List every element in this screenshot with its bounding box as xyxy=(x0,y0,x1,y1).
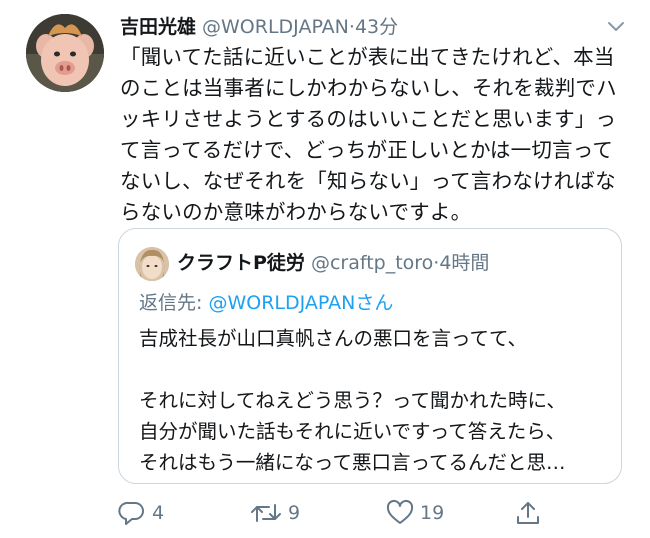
quoted-text-line: それに対してねえどう思う？って聞かれた時に、 xyxy=(139,389,566,412)
avatar[interactable] xyxy=(26,14,104,92)
share-button[interactable] xyxy=(514,496,542,530)
reply-button[interactable]: 4 xyxy=(118,496,164,530)
pig-avatar-image xyxy=(26,14,104,92)
action-bar: 4 9 19 xyxy=(118,496,558,530)
retweet-count: 9 xyxy=(288,502,301,524)
heart-icon xyxy=(386,499,414,527)
reply-prefix: 返信先: xyxy=(139,292,203,314)
retweet-button[interactable]: 9 xyxy=(250,496,300,530)
quoted-handle[interactable]: @craftp_toro xyxy=(311,252,433,274)
quoted-tweet[interactable]: クラフトP徒労 @craftp_toro·4時間 返信先: @WORLDJAPAN… xyxy=(118,228,622,484)
chevron-down-icon[interactable] xyxy=(604,16,628,36)
quoted-text-line xyxy=(139,354,609,385)
timestamp[interactable]: 43分 xyxy=(355,16,398,38)
quoted-header: クラフトP徒労 @craftp_toro·4時間 xyxy=(177,249,611,277)
like-button[interactable]: 19 xyxy=(386,496,444,530)
quoted-text-line: 自分が聞いた話もそれに近いですって答えたら、 xyxy=(139,420,566,443)
reply-context: 返信先: @WORLDJAPANさん xyxy=(139,289,393,317)
quoted-text-line: それはもう一緒になって悪口言ってるんだと思… xyxy=(139,451,566,474)
quoted-text-line: 吉成社長が山口真帆さんの悪口を言ってて、 xyxy=(139,327,528,350)
quoted-text: 吉成社長が山口真帆さんの悪口を言ってて、 それに対してねえどう思う？って聞かれた… xyxy=(139,323,609,478)
quoted-timestamp[interactable]: 4時間 xyxy=(439,252,489,274)
quoted-avatar-image xyxy=(135,247,169,281)
quoted-display-name[interactable]: クラフトP徒労 xyxy=(177,252,305,274)
handle[interactable]: @WORLDJAPAN xyxy=(202,16,349,38)
share-icon xyxy=(514,499,542,527)
reply-icon xyxy=(118,499,146,527)
tweet-header: 吉田光雄 @WORLDJAPAN·43分 xyxy=(120,14,610,40)
tweet[interactable]: 吉田光雄 @WORLDJAPAN·43分 「聞いてた話に近いことが表に出てきたけれ… xyxy=(0,0,650,538)
display-name[interactable]: 吉田光雄 xyxy=(120,16,196,38)
retweet-icon xyxy=(250,499,282,527)
like-count: 19 xyxy=(420,502,445,524)
reply-to-link[interactable]: @WORLDJAPANさん xyxy=(208,292,393,314)
quoted-avatar[interactable] xyxy=(135,247,169,281)
reply-count: 4 xyxy=(152,502,165,524)
tweet-text: 「聞いてた話に近いことが表に出てきたけれど、本当のことは当事者にしかわからないし… xyxy=(120,45,617,224)
